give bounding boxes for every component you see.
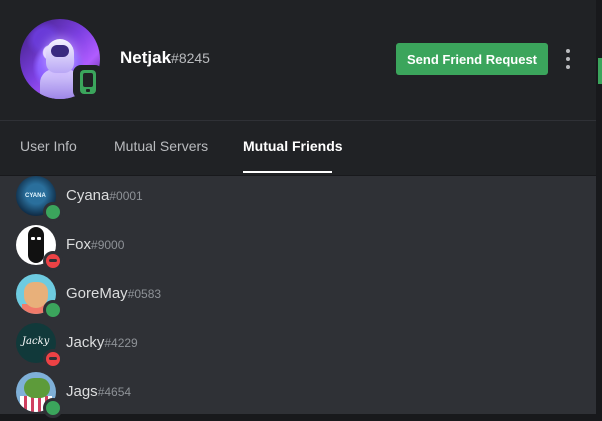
mobile-status-icon xyxy=(73,65,103,99)
list-item[interactable]: Fox#9000 xyxy=(0,225,596,274)
dnd-status-icon xyxy=(43,251,63,271)
username-text: Netjak xyxy=(120,48,172,67)
edge-accent xyxy=(598,58,602,84)
username-discriminator: #8245 xyxy=(171,50,210,66)
online-status-icon xyxy=(43,398,63,418)
more-options-icon[interactable] xyxy=(560,47,576,71)
friend-name: Jacky#4229 xyxy=(66,334,138,351)
friend-name: GoreMay#0583 xyxy=(66,285,162,302)
send-friend-request-button[interactable]: Send Friend Request xyxy=(396,43,548,75)
list-item[interactable]: CYANA Cyana#0001 xyxy=(0,176,596,225)
friend-name: Fox#9000 xyxy=(66,236,125,253)
mutual-friends-list: CYANA Cyana#0001 Fox#9000 GoreMay#0583 J… xyxy=(0,176,596,418)
tab-mutual-servers[interactable]: Mutual Servers xyxy=(114,138,208,154)
online-status-icon xyxy=(43,202,63,222)
profile-tabs: User Info Mutual Servers Mutual Friends xyxy=(0,121,596,176)
active-tab-indicator xyxy=(243,171,332,173)
friend-name: Cyana#0001 xyxy=(66,187,143,204)
tab-user-info[interactable]: User Info xyxy=(20,138,77,154)
profile-header: Netjak#8245 Send Friend Request xyxy=(0,0,596,120)
list-item[interactable]: Jacky Jacky#4229 xyxy=(0,323,596,372)
tab-mutual-friends[interactable]: Mutual Friends xyxy=(243,138,343,154)
dnd-status-icon xyxy=(43,349,63,369)
list-item[interactable]: GoreMay#0583 xyxy=(0,274,596,323)
friend-name: Jags#4654 xyxy=(66,383,132,400)
user-profile-modal: Netjak#8245 Send Friend Request User Inf… xyxy=(0,0,596,418)
profile-username: Netjak#8245 xyxy=(120,48,210,68)
online-status-icon xyxy=(43,300,63,320)
